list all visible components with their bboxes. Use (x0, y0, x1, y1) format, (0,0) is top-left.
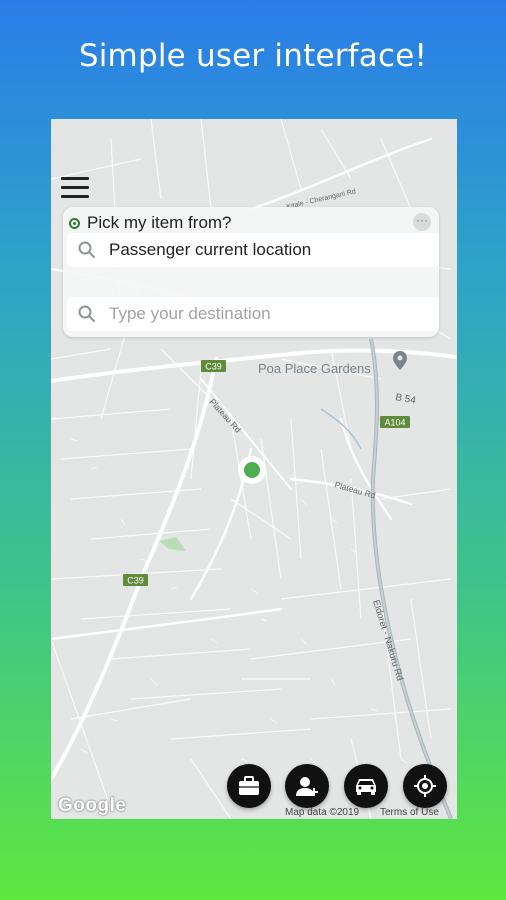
destination-field[interactable]: Type your destination (67, 297, 439, 331)
radio-icon[interactable] (69, 217, 80, 229)
pickup-field[interactable]: Passenger current location (67, 233, 439, 267)
search-icon (78, 241, 95, 258)
my-location-icon (414, 775, 436, 797)
poi-label[interactable]: Poa Place Gardens (258, 361, 371, 376)
phone-screen: C39 C39 A104 B 54 Plateau Rd Plateau Rd … (51, 119, 457, 819)
terms-of-use-link[interactable]: Terms of Use (380, 807, 439, 818)
road-label-a104: A104 (384, 418, 405, 428)
more-icon[interactable]: ··· (413, 213, 431, 231)
car-icon (356, 779, 376, 795)
briefcase-icon (239, 776, 259, 795)
google-logo: Google (58, 795, 127, 816)
search-card: Pick my item from? ··· Passenger current… (63, 207, 439, 337)
current-location-marker[interactable] (238, 456, 266, 484)
add-person-button[interactable] (285, 764, 329, 808)
pick-label: Pick my item from? (87, 213, 232, 232)
search-icon (78, 305, 95, 322)
car-button[interactable] (344, 764, 388, 808)
headline: Simple user interface! (78, 38, 428, 74)
pickup-value: Passenger current location (109, 240, 312, 259)
road-label-c39-top: C39 (205, 362, 222, 372)
my-location-button[interactable] (403, 764, 447, 808)
road-label-c39-bottom: C39 (127, 576, 144, 586)
add-person-icon (296, 777, 318, 796)
pick-row: Pick my item from? (69, 213, 232, 233)
map-data-attribution: Map data ©2019 (285, 807, 360, 818)
destination-placeholder: Type your destination (109, 304, 271, 323)
briefcase-button[interactable] (227, 764, 271, 808)
menu-icon[interactable] (61, 177, 89, 199)
